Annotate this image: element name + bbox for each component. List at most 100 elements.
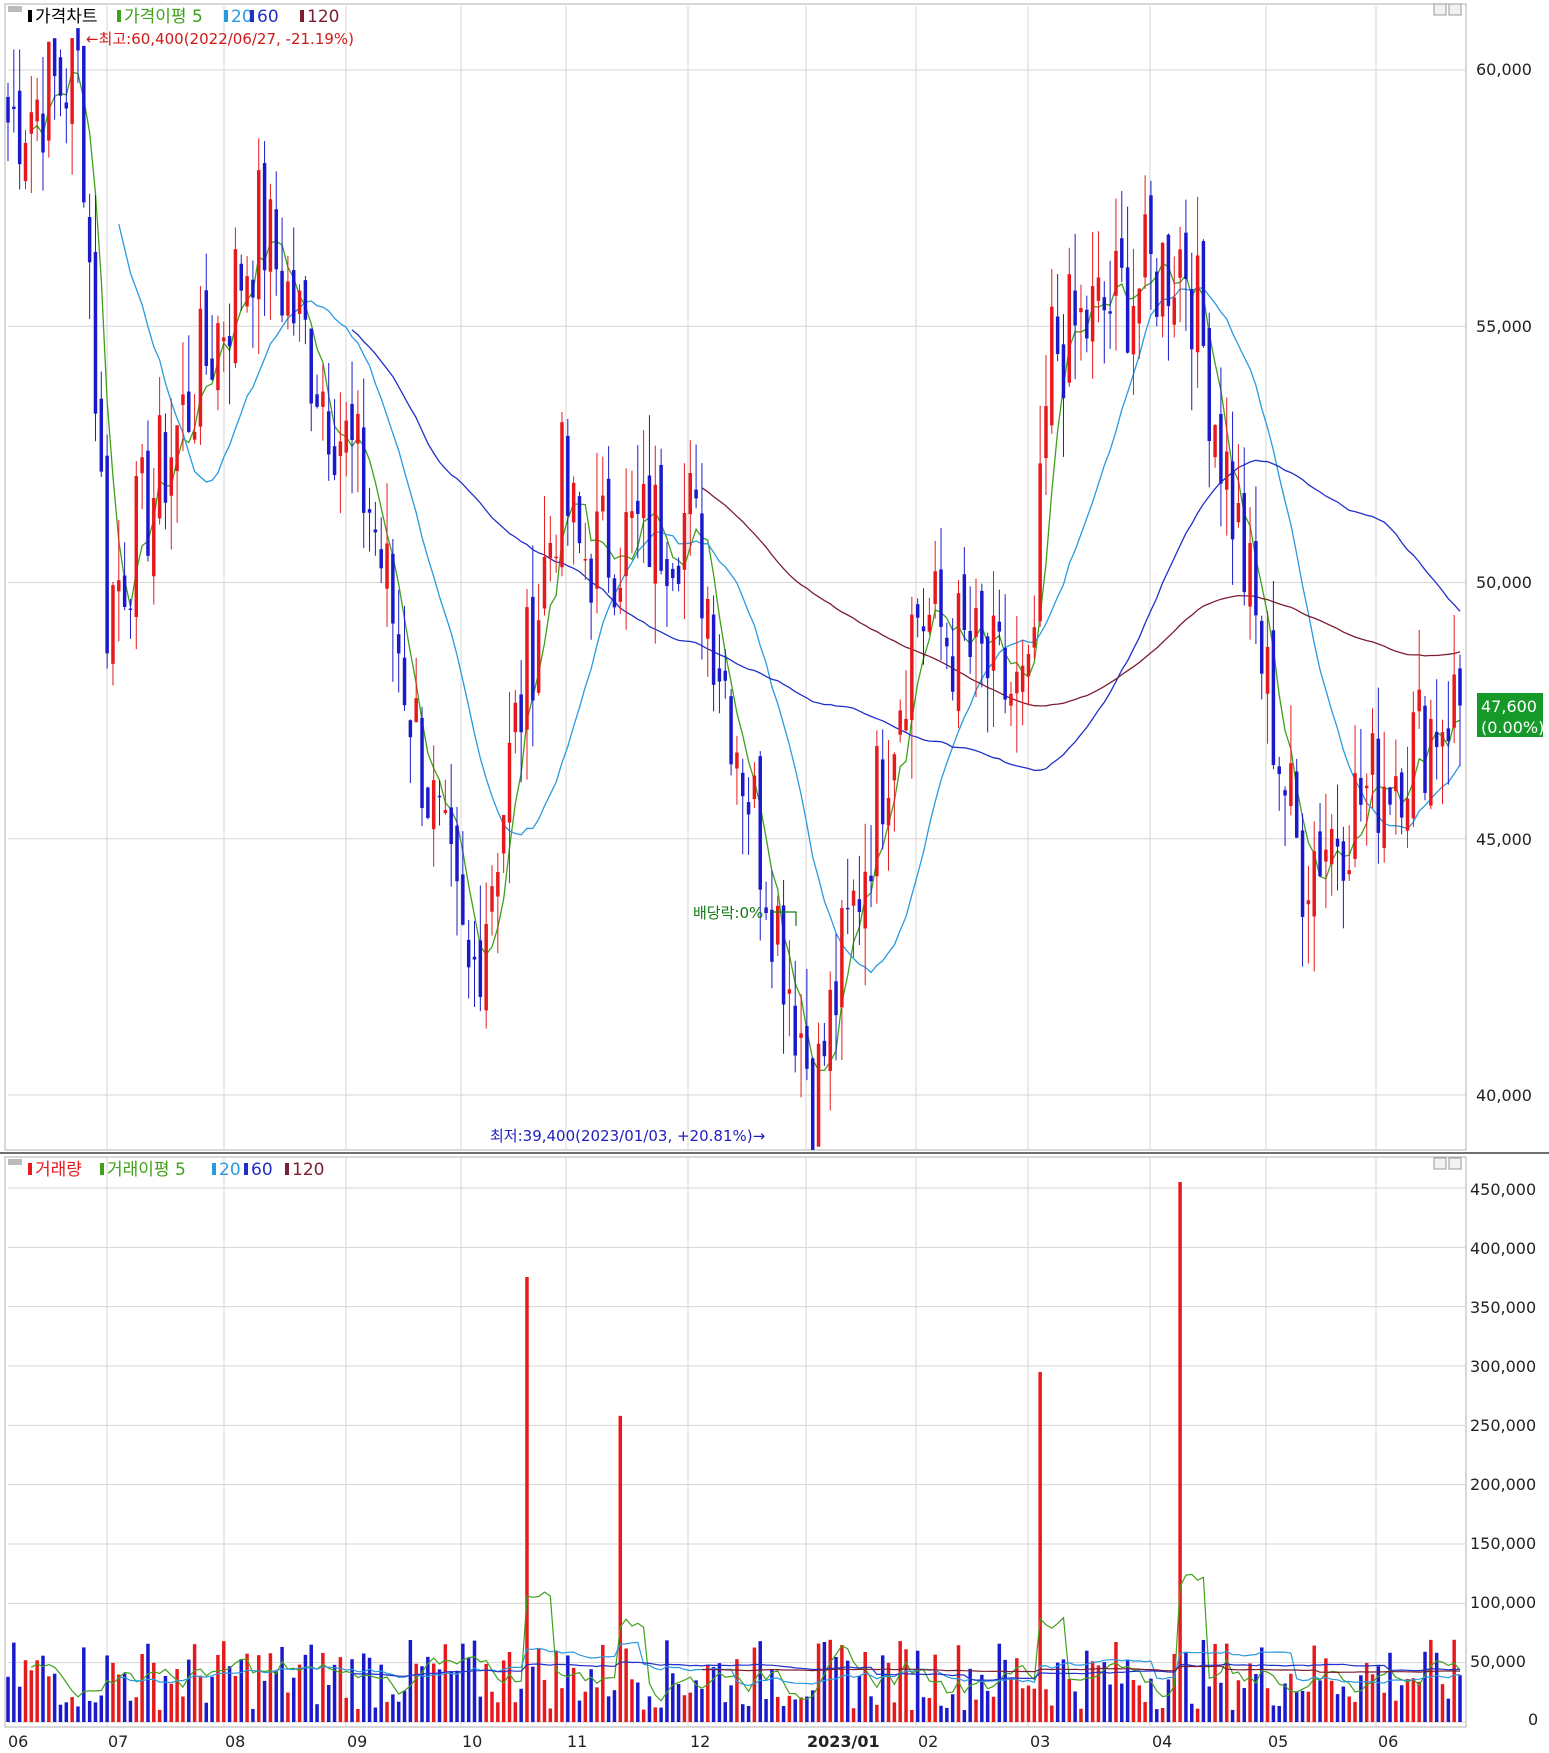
candle-body	[525, 607, 529, 730]
month-label: 08	[225, 1732, 245, 1751]
volume-bar	[892, 1702, 897, 1722]
candle-body	[589, 558, 593, 603]
price-y-axis: 60,000 55,000 50,000 45,000 40,000	[1476, 60, 1532, 1105]
volume-bar	[793, 1699, 797, 1722]
volume-bar	[1073, 1691, 1077, 1722]
candle-body	[1131, 305, 1136, 355]
volume-bar	[210, 1676, 214, 1722]
candle-body	[233, 249, 238, 364]
candle-body	[1248, 543, 1252, 607]
candle-body	[76, 28, 80, 51]
volume-bar	[408, 1639, 413, 1722]
high-annotation: ←최고:60,400(2022/06/27, -21.19%)	[86, 30, 354, 48]
legend-swatch-ma20	[212, 1163, 216, 1175]
volume-bar	[595, 1687, 599, 1722]
legend-title: 가격차트	[35, 7, 98, 27]
candle-body	[466, 939, 471, 968]
volume-bar	[426, 1656, 430, 1722]
candle-body	[898, 710, 902, 735]
volume-bar	[612, 1690, 617, 1722]
last-price: 47,600	[1481, 697, 1537, 716]
volume-bar	[1108, 1684, 1112, 1722]
legend-swatch-ma120	[285, 1163, 289, 1175]
panel-close-icon[interactable]	[1448, 3, 1462, 16]
candle-body	[1230, 461, 1235, 540]
volume-bar	[781, 1706, 786, 1722]
volume-bar	[933, 1654, 937, 1722]
volume-bar	[1248, 1663, 1252, 1722]
candle-body	[1405, 798, 1410, 831]
panel-minimize-icon[interactable]	[1433, 3, 1447, 16]
candle-body	[1329, 829, 1334, 865]
candle-body	[519, 694, 523, 733]
legend-swatch-ma5	[117, 10, 121, 22]
candle-body	[484, 923, 488, 1011]
volume-bar	[286, 1692, 290, 1722]
candle-body	[408, 720, 413, 738]
candle-body	[455, 825, 459, 882]
last-price-badge: 47,600 (0.00%)	[1477, 693, 1544, 737]
candle-body	[601, 495, 605, 512]
candle-body	[956, 593, 961, 712]
volume-bar	[431, 1663, 436, 1722]
volume-tick: 100,000	[1470, 1593, 1536, 1612]
legend-swatch	[28, 1163, 32, 1175]
candle-body	[478, 940, 483, 998]
candle-body	[1149, 195, 1153, 255]
volume-bar	[1417, 1681, 1421, 1722]
candle-body	[1178, 249, 1182, 278]
candle-body	[840, 908, 844, 1008]
volume-bar	[1376, 1666, 1381, 1722]
volume-bar	[87, 1700, 92, 1722]
candle-body	[507, 742, 512, 823]
volume-bar	[1050, 1705, 1054, 1722]
legend-swatch-ma5	[100, 1163, 104, 1175]
panel-minimize-icon[interactable]	[1433, 1157, 1447, 1170]
volume-bar	[1026, 1685, 1031, 1722]
candle-body	[163, 432, 168, 503]
volume-bar	[560, 1688, 564, 1722]
candle-body	[886, 798, 891, 826]
volume-bar	[1114, 1641, 1118, 1722]
volume-bar	[653, 1707, 658, 1722]
candle-body	[618, 587, 623, 602]
volume-bar	[869, 1696, 873, 1722]
candle-body	[23, 142, 28, 182]
candle-body	[1294, 771, 1299, 838]
volume-bar	[1347, 1696, 1351, 1722]
candle-body	[1190, 289, 1194, 350]
volume-bar	[507, 1651, 512, 1722]
volume-tick: 400,000	[1470, 1239, 1536, 1258]
volume-bar	[169, 1683, 174, 1722]
candle-body	[1015, 671, 1019, 694]
volume-bar	[729, 1685, 733, 1722]
volume-bar	[262, 1680, 267, 1722]
volume-bar	[1079, 1708, 1083, 1722]
candle-body	[834, 981, 838, 1016]
volume-bar	[227, 1666, 232, 1722]
panel-close-icon[interactable]	[1448, 1157, 1462, 1170]
volume-bar	[29, 1670, 34, 1722]
candle-body	[880, 759, 885, 825]
candle-body	[1032, 627, 1037, 648]
candle-body	[822, 1040, 827, 1057]
candle-body	[805, 1026, 809, 1069]
volume-bar	[163, 1675, 168, 1722]
volume-bar	[1353, 1701, 1357, 1722]
volume-bar	[1131, 1679, 1136, 1722]
candle-body	[950, 656, 955, 692]
candle-body	[630, 511, 634, 519]
volume-bar	[367, 1657, 372, 1722]
panel-menu-icon[interactable]	[8, 6, 22, 12]
volume-bar	[676, 1684, 681, 1722]
candle-body	[385, 543, 389, 589]
candle-body	[12, 106, 16, 109]
candle-body	[641, 483, 646, 519]
volume-bar	[361, 1653, 366, 1722]
volume-bar	[641, 1709, 646, 1722]
price-tick: 60,000	[1476, 60, 1532, 79]
candle-body	[128, 608, 133, 611]
month-label: 02	[918, 1732, 938, 1751]
volume-bar	[251, 1709, 255, 1722]
panel-menu-icon[interactable]	[8, 1159, 22, 1165]
